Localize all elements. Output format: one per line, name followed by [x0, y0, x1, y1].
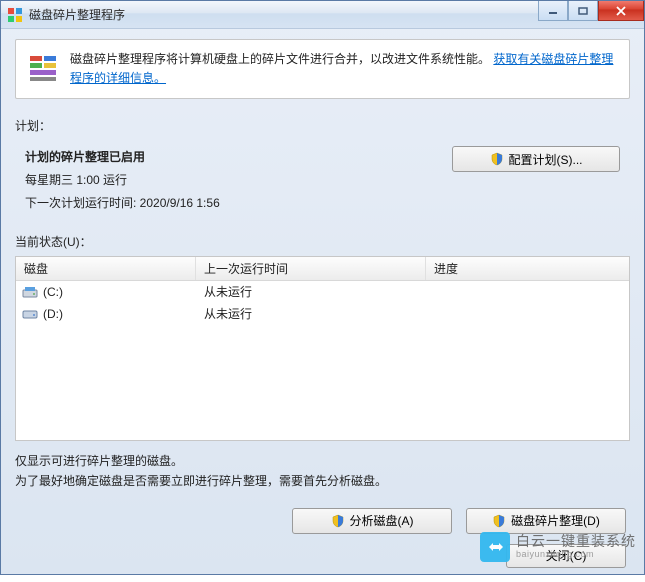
hdd-drive-icon	[22, 307, 38, 321]
titlebar[interactable]: 磁盘碎片整理程序	[1, 1, 644, 29]
minimize-button[interactable]	[538, 1, 568, 21]
defrag-button-label: 磁盘碎片整理(D)	[511, 512, 600, 529]
app-window: 磁盘碎片整理程序	[0, 0, 645, 575]
table-row[interactable]: (D:) 从未运行	[16, 303, 629, 325]
watermark-main: 白云一键重装系统	[516, 534, 636, 549]
configure-button-label: 配置计划(S)...	[509, 151, 583, 168]
disk-lastrun: 从未运行	[196, 305, 426, 322]
schedule-info: 计划的碎片整理已启用 每星期三 1:00 运行 下一次计划运行时间: 2020/…	[25, 146, 220, 214]
watermark-sub: baiyunxitong.com	[516, 550, 636, 560]
window-title: 磁盘碎片整理程序	[29, 6, 125, 23]
info-panel: 磁盘碎片整理程序将计算机硬盘上的碎片文件进行合并，以改进文件系统性能。 获取有关…	[15, 39, 630, 99]
header-tail	[599, 257, 629, 280]
close-window-button[interactable]	[598, 1, 644, 21]
note-text: 仅显示可进行碎片整理的磁盘。 为了最好地确定磁盘是否需要立即进行碎片整理，需要首…	[15, 451, 630, 492]
disk-table: 磁盘 上一次运行时间 进度 (C:) 从未运行	[15, 256, 630, 441]
defrag-icon	[28, 52, 60, 84]
disk-name: (C:)	[43, 285, 63, 299]
table-row[interactable]: (C:) 从未运行	[16, 281, 629, 303]
header-lastrun[interactable]: 上一次运行时间	[196, 257, 426, 280]
maximize-icon	[578, 7, 588, 15]
maximize-button[interactable]	[568, 1, 598, 21]
app-icon	[7, 7, 23, 23]
header-disk[interactable]: 磁盘	[16, 257, 196, 280]
schedule-title: 计划的碎片整理已启用	[25, 146, 220, 169]
table-header: 磁盘 上一次运行时间 进度	[16, 257, 629, 281]
close-icon	[615, 6, 627, 16]
note-line1: 仅显示可进行碎片整理的磁盘。	[15, 451, 630, 471]
analyze-button-label: 分析磁盘(A)	[350, 512, 414, 529]
schedule-label: 计划：	[15, 117, 630, 134]
action-buttons: 分析磁盘(A) 磁盘碎片整理(D)	[15, 508, 630, 534]
minimize-icon	[548, 7, 558, 15]
schedule-section: 计划的碎片整理已启用 每星期三 1:00 运行 下一次计划运行时间: 2020/…	[15, 146, 630, 214]
info-text: 磁盘碎片整理程序将计算机硬盘上的碎片文件进行合并，以改进文件系统性能。 获取有关…	[70, 50, 617, 88]
analyze-disk-button[interactable]: 分析磁盘(A)	[292, 508, 452, 534]
watermark-text: 白云一键重装系统 baiyunxitong.com	[516, 534, 636, 559]
watermark-logo-icon	[480, 532, 510, 562]
shield-icon	[492, 514, 506, 528]
note-line2: 为了最好地确定磁盘是否需要立即进行碎片整理，需要首先分析磁盘。	[15, 471, 630, 491]
schedule-next-run: 下一次计划运行时间: 2020/9/16 1:56	[25, 192, 220, 215]
schedule-frequency: 每星期三 1:00 运行	[25, 169, 220, 192]
configure-schedule-button[interactable]: 配置计划(S)...	[452, 146, 620, 172]
window-controls	[538, 1, 644, 21]
disk-lastrun: 从未运行	[196, 283, 426, 300]
shield-icon	[490, 152, 504, 166]
header-progress[interactable]: 进度	[426, 257, 599, 280]
system-drive-icon	[22, 285, 38, 299]
status-label: 当前状态(U)：	[15, 233, 630, 250]
defragment-disk-button[interactable]: 磁盘碎片整理(D)	[466, 508, 626, 534]
watermark: 白云一键重装系统 baiyunxitong.com	[480, 532, 636, 562]
info-description: 磁盘碎片整理程序将计算机硬盘上的碎片文件进行合并，以改进文件系统性能。	[70, 52, 490, 66]
shield-icon	[331, 514, 345, 528]
disk-name: (D:)	[43, 307, 63, 321]
client-area: 磁盘碎片整理程序将计算机硬盘上的碎片文件进行合并，以改进文件系统性能。 获取有关…	[1, 29, 644, 582]
